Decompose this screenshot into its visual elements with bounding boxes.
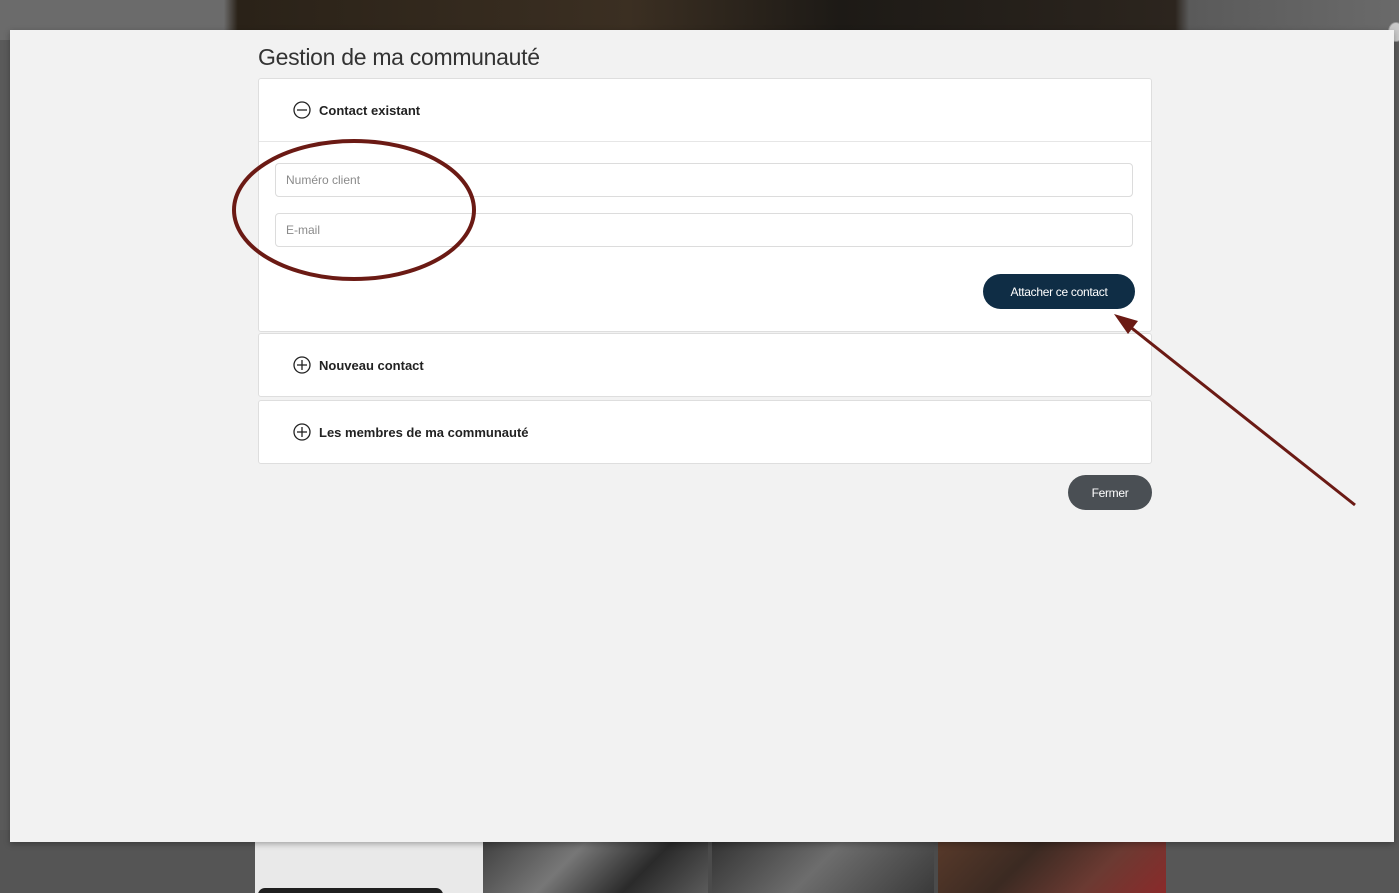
new-contact-header[interactable]: Nouveau contact [259, 334, 1151, 396]
existing-contact-label: Contact existant [319, 102, 421, 118]
members-panel: Les membres de ma communauté [258, 400, 1152, 464]
attach-contact-button[interactable]: Attacher ce contact [983, 274, 1135, 309]
minus-circle-icon [293, 101, 311, 119]
new-contact-label: Nouveau contact [319, 357, 424, 373]
modal-title: Gestion de ma communauté [258, 44, 540, 70]
members-label: Les membres de ma communauté [319, 424, 529, 440]
members-header[interactable]: Les membres de ma communauté [259, 401, 1151, 463]
client-number-input[interactable] [275, 163, 1133, 197]
close-button[interactable]: Fermer [1068, 475, 1152, 510]
community-modal: Gestion de ma communauté Contact existan… [10, 30, 1394, 842]
background-button [258, 888, 443, 893]
new-contact-panel: Nouveau contact [258, 333, 1152, 397]
existing-contact-header[interactable]: Contact existant [259, 79, 1151, 142]
plus-circle-icon [293, 423, 311, 441]
email-input[interactable] [275, 213, 1133, 247]
existing-contact-panel: Contact existant Attacher ce contact [258, 78, 1152, 332]
plus-circle-icon [293, 356, 311, 374]
